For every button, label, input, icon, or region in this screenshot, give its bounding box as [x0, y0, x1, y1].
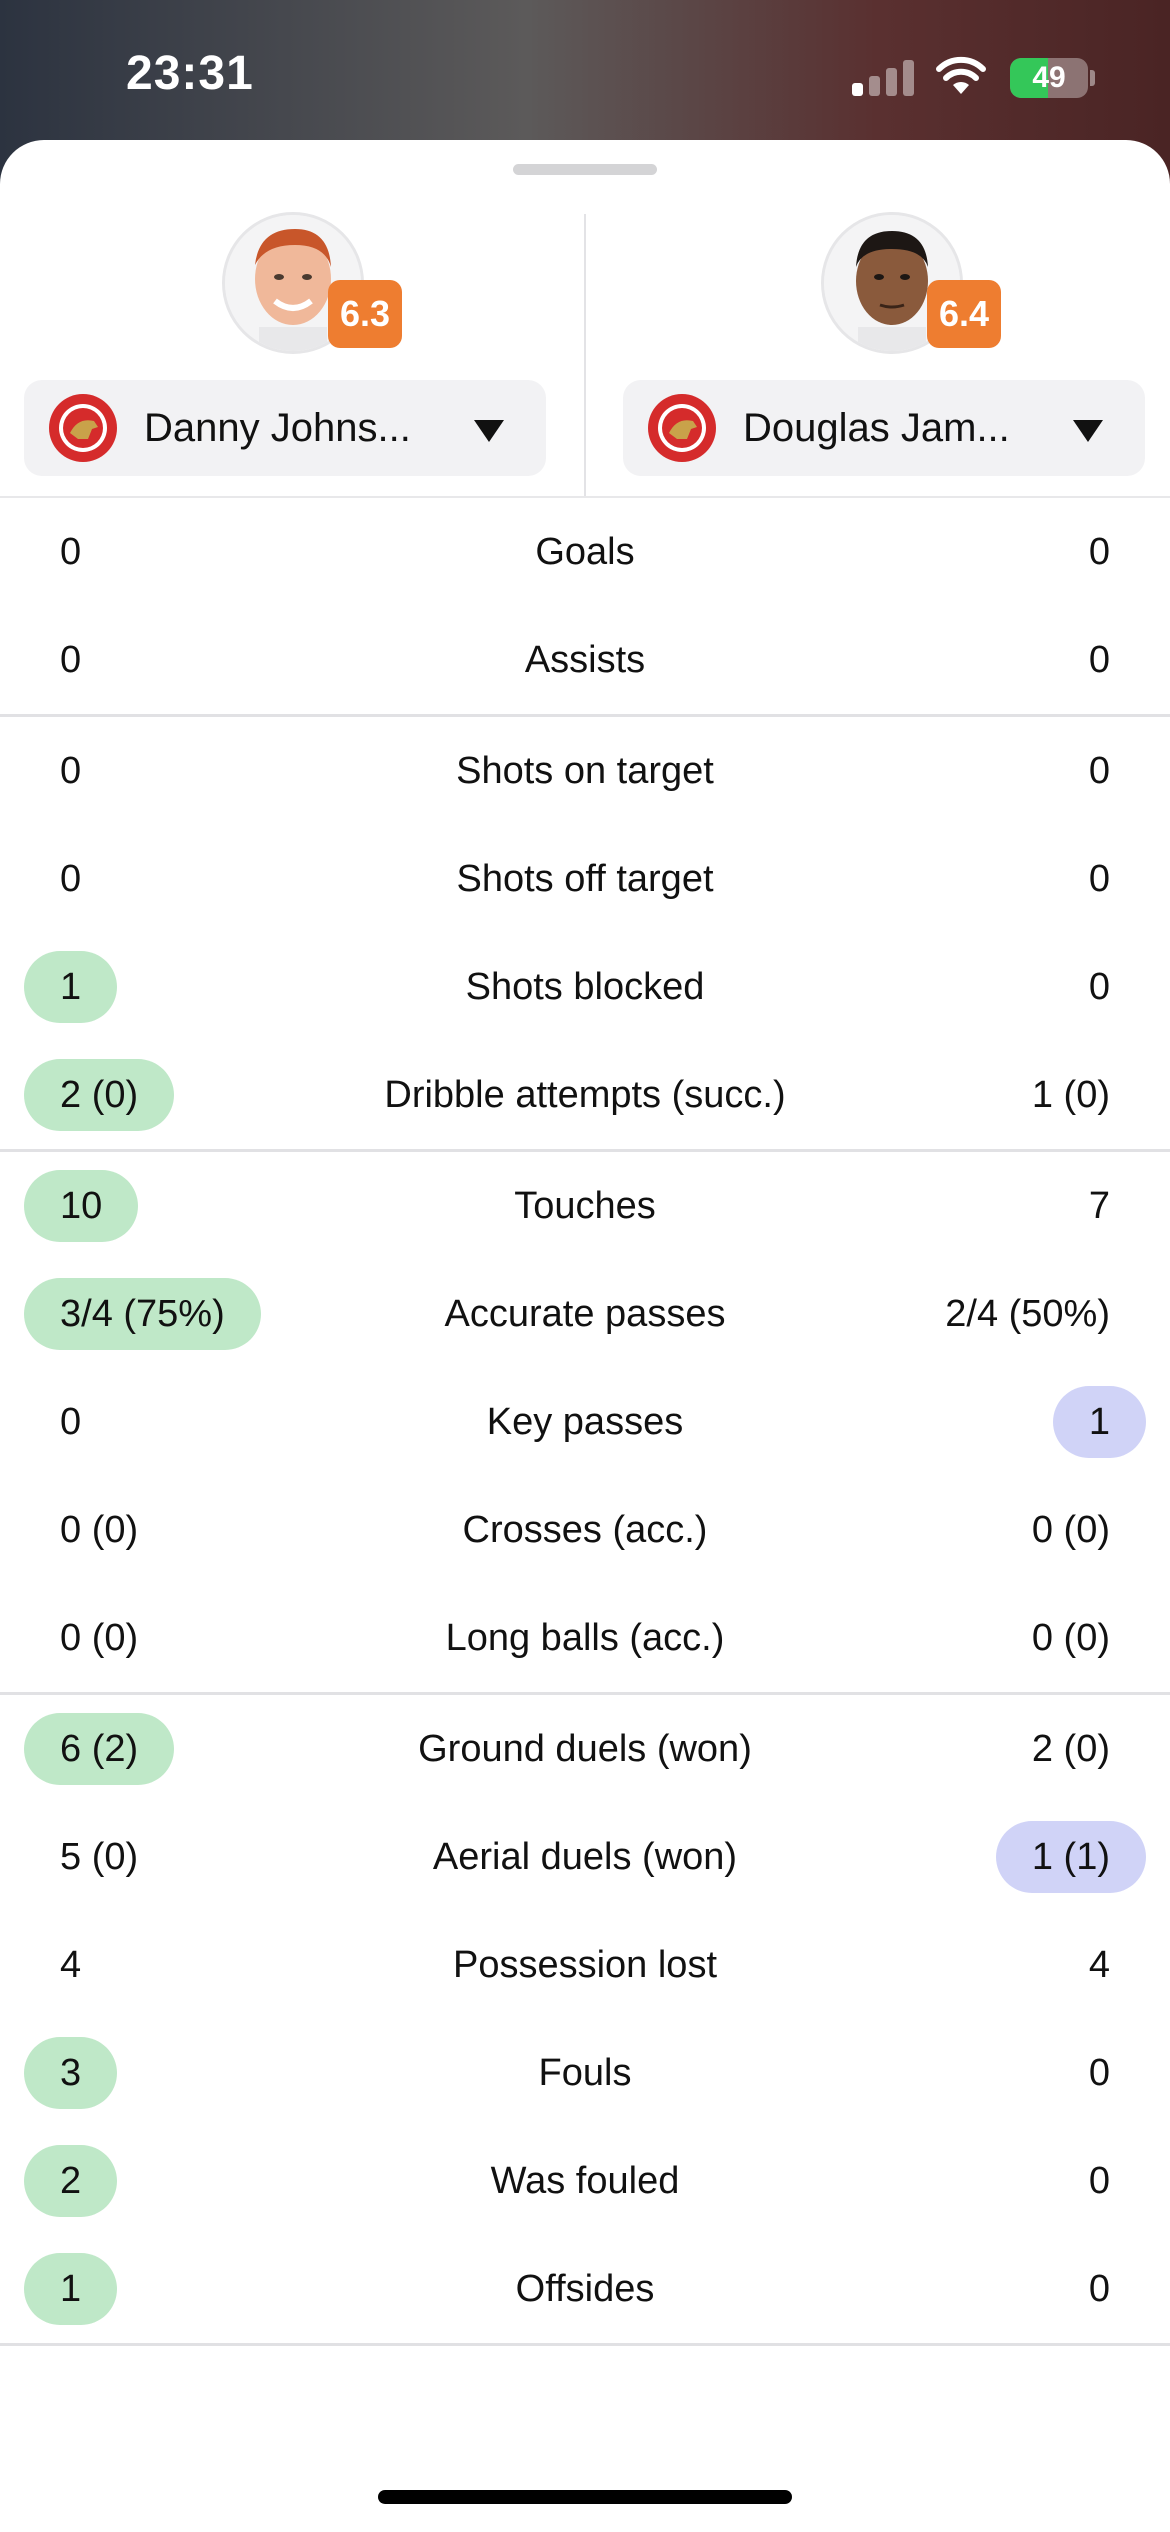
stat-row: Was fouled 2 0	[0, 2127, 1170, 2235]
stat-right-value: 1 (0)	[1031, 1074, 1110, 1116]
stat-left-value: 0	[60, 1401, 82, 1443]
stat-row: Crosses (acc.) 0 (0) 0 (0)	[0, 1476, 1170, 1584]
stat-group: Goals 0 0 Assists 0 0	[0, 498, 1170, 717]
player-right-select[interactable]: Douglas Jam...	[623, 380, 1145, 476]
player-left-select[interactable]: Danny Johns...	[24, 380, 546, 476]
stat-right-value: 0	[1088, 966, 1110, 1008]
club-crest-icon	[49, 394, 117, 462]
stat-left-value: 0	[60, 531, 82, 573]
player-right-avatar-wrap: 6.4	[821, 212, 1001, 362]
stat-left-value: 0 (0)	[60, 1617, 139, 1659]
stat-label: Shots on target	[456, 750, 714, 792]
stat-left-value: 4	[60, 1944, 82, 1986]
stat-right-value: 0 (0)	[1031, 1617, 1110, 1659]
stat-left-value: 5 (0)	[60, 1836, 139, 1878]
stat-right-value: 2/4 (50%)	[945, 1293, 1110, 1335]
stat-right-value: 2 (0)	[1031, 1728, 1110, 1770]
stats-list: Goals 0 0 Assists 0 0 Shots on target 0 0 Shots o…	[0, 498, 1170, 2346]
stat-label: Assists	[524, 639, 646, 681]
stat-group: Ground duels (won) 6 (2) 2 (0) Aerial duels…	[0, 1695, 1170, 2346]
stat-left-value: 6 (2)	[24, 1713, 175, 1785]
stat-row: Shots off target 0 0	[0, 825, 1170, 933]
player-right: 6.4 Douglas Jam...	[623, 140, 1169, 498]
battery-percent: 49	[1032, 61, 1066, 94]
stat-left-value: 1	[24, 2253, 118, 2325]
stat-row: Touches 10 7	[0, 1152, 1170, 1260]
stat-label: Was fouled	[490, 2160, 680, 2202]
stat-label: Shots off target	[456, 858, 714, 900]
stat-row: Fouls 3 0	[0, 2019, 1170, 2127]
stat-row: Ground duels (won) 6 (2) 2 (0)	[0, 1695, 1170, 1803]
stat-left-value: 0	[60, 639, 82, 681]
stat-label: Offsides	[515, 2268, 655, 2310]
stat-label: Fouls	[538, 2052, 632, 2094]
stat-row: Possession lost 4 4	[0, 1911, 1170, 2019]
stat-right-value: 4	[1088, 1944, 1110, 1986]
stat-label: Shots blocked	[465, 966, 705, 1008]
stat-left-value: 1	[24, 951, 118, 1023]
stat-label: Dribble attempts (succ.)	[384, 1074, 786, 1116]
stat-label: Goals	[535, 531, 635, 573]
player-left-name: Danny Johns...	[144, 406, 411, 450]
stat-right-value: 1	[1052, 1386, 1146, 1458]
stat-row: Shots on target 0 0	[0, 717, 1170, 825]
stat-row: Accurate passes 3/4 (75%) 2/4 (50%)	[0, 1260, 1170, 1368]
stat-right-value: 0 (0)	[1031, 1509, 1110, 1551]
stat-label: Possession lost	[452, 1944, 717, 1986]
player-left: 6.3 Danny Johns...	[24, 140, 570, 498]
stat-row: Shots blocked 1 0	[0, 933, 1170, 1041]
stat-row: Offsides 1 0	[0, 2235, 1170, 2343]
stat-right-value: 0	[1088, 2268, 1110, 2310]
stat-group: Touches 10 7 Accurate passes 3/4 (75%) 2/4 (5…	[0, 1152, 1170, 1695]
stat-right-value: 0	[1088, 531, 1110, 573]
stat-left-value: 3	[24, 2037, 118, 2109]
player-left-rating: 6.3	[328, 280, 402, 348]
player-comparison-sheet: 6.3 Danny Johns... 6.4 Douglas Jam... Go…	[0, 140, 1170, 2532]
stat-left-value: 2	[24, 2145, 118, 2217]
chevron-down-icon	[474, 420, 504, 442]
stat-left-value: 2 (0)	[24, 1059, 175, 1131]
stat-right-value: 0	[1088, 750, 1110, 792]
stat-label: Key passes	[486, 1401, 684, 1443]
cellular-signal-icon	[852, 58, 914, 96]
stat-left-value: 10	[24, 1170, 139, 1242]
stat-row: Dribble attempts (succ.) 2 (0) 1 (0)	[0, 1041, 1170, 1149]
status-time: 23:31	[126, 47, 254, 100]
stat-row: Assists 0 0	[0, 606, 1170, 714]
player-left-avatar-wrap: 6.3	[222, 212, 402, 362]
battery-icon: 49	[1010, 58, 1088, 98]
stat-row: Goals 0 0	[0, 498, 1170, 606]
stat-row: Key passes 0 1	[0, 1368, 1170, 1476]
stat-right-value: 7	[1088, 1185, 1110, 1227]
stat-right-value: 0	[1088, 639, 1110, 681]
battery-tip	[1090, 70, 1095, 86]
stat-label: Aerial duels (won)	[432, 1836, 738, 1878]
header-divider	[584, 214, 586, 498]
stat-label: Ground duels (won)	[418, 1728, 752, 1770]
stat-right-value: 0	[1088, 2052, 1110, 2094]
stat-group: Shots on target 0 0 Shots off target 0 0 Shots…	[0, 717, 1170, 1152]
player-right-name: Douglas Jam...	[743, 406, 1010, 450]
stat-right-value: 1 (1)	[995, 1821, 1146, 1893]
club-crest-icon	[648, 394, 716, 462]
stat-right-value: 0	[1088, 858, 1110, 900]
player-header: 6.3 Danny Johns... 6.4 Douglas Jam...	[0, 140, 1170, 498]
stat-row: Aerial duels (won) 5 (0) 1 (1)	[0, 1803, 1170, 1911]
wifi-icon	[936, 56, 986, 94]
stat-label: Touches	[514, 1185, 656, 1227]
stat-label: Long balls (acc.)	[445, 1617, 725, 1659]
stat-left-value: 0	[60, 858, 82, 900]
stat-label: Crosses (acc.)	[462, 1509, 708, 1551]
stat-left-value: 3/4 (75%)	[24, 1278, 261, 1350]
stat-right-value: 0	[1088, 2160, 1110, 2202]
stat-left-value: 0	[60, 750, 82, 792]
chevron-down-icon	[1073, 420, 1103, 442]
stat-row: Long balls (acc.) 0 (0) 0 (0)	[0, 1584, 1170, 1692]
status-bar: 23:31 49	[0, 0, 1170, 150]
home-indicator[interactable]	[378, 2490, 792, 2504]
player-right-rating: 6.4	[927, 280, 1001, 348]
stat-left-value: 0 (0)	[60, 1509, 139, 1551]
